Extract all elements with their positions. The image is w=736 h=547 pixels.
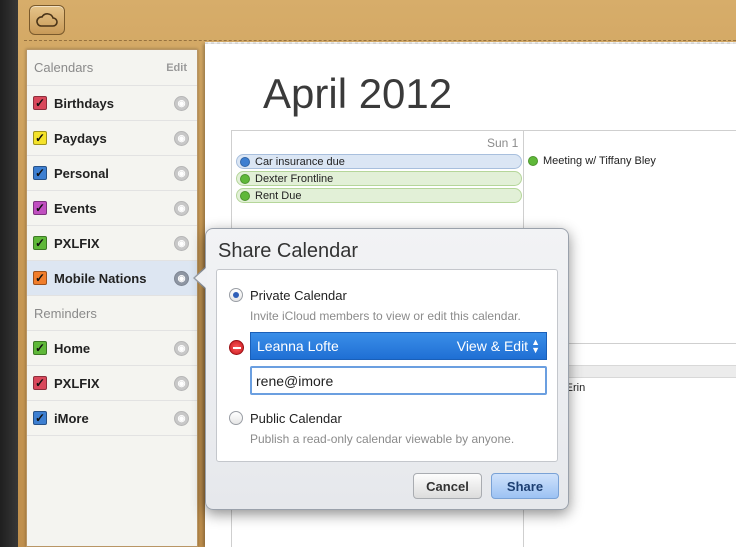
public-calendar-label: Public Calendar	[250, 411, 342, 426]
sidebar-item-imore[interactable]: ✓ iMore ◉	[27, 401, 197, 436]
edit-button[interactable]: Edit	[166, 62, 187, 74]
sidebar-item-home[interactable]: ✓ Home ◉	[27, 331, 197, 366]
cloud-icon	[36, 13, 58, 27]
calendars-sidebar: Calendars Edit ✓ Birthdays ◉ ✓ Paydays ◉ ✓ Pers…	[26, 49, 198, 547]
calendar-list: ✓ Birthdays ◉ ✓ Paydays ◉ ✓ Personal ◉ ✓ Events ◉ ✓ P…	[27, 86, 197, 296]
event-dot	[240, 190, 250, 201]
sidebar-item-label: Mobile Nations	[54, 270, 147, 286]
event-label: Meeting w/ Tiffany Bley	[543, 155, 656, 167]
rss-icon[interactable]: ◉	[174, 96, 189, 111]
private-calendar-radio[interactable]	[229, 288, 243, 302]
share-calendar-popover: Share Calendar Private Calendar Invite i…	[205, 228, 569, 510]
checkbox[interactable]: ✓	[33, 411, 47, 425]
sidebar-item-paydays[interactable]: ✓ Paydays ◉	[27, 121, 197, 156]
sidebar-item-pxlfix[interactable]: ✓ PXLFIX ◉	[27, 366, 197, 401]
rss-icon[interactable]: ◉	[174, 341, 189, 356]
sidebar-item-label: Birthdays	[54, 95, 114, 111]
sidebar-item-mobile-nations[interactable]: ✓ Mobile Nations ◉	[27, 261, 197, 296]
checkbox[interactable]: ✓	[33, 236, 47, 250]
rss-icon[interactable]: ◉	[174, 131, 189, 146]
event-label: Dexter Frontline	[255, 172, 334, 185]
sidebar-item-label: Personal	[54, 165, 109, 181]
checkbox[interactable]: ✓	[33, 131, 47, 145]
icloud-button[interactable]	[29, 5, 65, 35]
sidebar-item-pxlfix[interactable]: ✓ PXLFIX ◉	[27, 226, 197, 261]
sidebar-item-label: iMore	[54, 410, 89, 426]
popover-title: Share Calendar	[218, 240, 359, 262]
calendar-event[interactable]: Rent Due	[236, 188, 522, 203]
share-button[interactable]: Share	[491, 473, 559, 499]
checkbox[interactable]: ✓	[33, 166, 47, 180]
reminder-list: ✓ Home ◉ ✓ PXLFIX ◉ ✓ iMore ◉	[27, 331, 197, 436]
sidebar-item-label: Home	[54, 340, 91, 356]
calendar-event[interactable]: Car insurance due	[236, 154, 522, 169]
checkbox[interactable]: ✓	[33, 341, 47, 355]
cancel-button[interactable]: Cancel	[413, 473, 482, 499]
sidebar-item-personal[interactable]: ✓ Personal ◉	[27, 156, 197, 191]
private-calendar-description: Invite iCloud members to view or edit th…	[250, 309, 521, 323]
event-label: Car insurance due	[255, 155, 345, 168]
sidebar-item-label: PXLFIX	[54, 235, 100, 251]
sharing-options-panel: Private Calendar Invite iCloud members t…	[216, 269, 558, 462]
private-calendar-label: Private Calendar	[250, 288, 347, 303]
device-edge	[0, 0, 20, 547]
sidebar-item-label: Events	[54, 200, 97, 216]
event-dot	[240, 173, 250, 184]
shared-person-name: Leanna Lofte	[257, 338, 339, 354]
sidebar-header: Calendars Edit	[27, 50, 197, 86]
popover-arrow-fill	[195, 267, 207, 289]
checkbox[interactable]: ✓	[33, 271, 47, 285]
event-label: Rent Due	[255, 189, 302, 202]
remove-person-icon[interactable]	[229, 340, 244, 355]
sidebar-item-label: PXLFIX	[54, 375, 100, 391]
month-title: April 2012	[263, 70, 453, 117]
reminders-section-title: Reminders	[27, 296, 197, 331]
rss-icon[interactable]: ◉	[174, 271, 189, 286]
invite-email-input[interactable]	[250, 366, 547, 395]
public-calendar-radio[interactable]	[229, 411, 243, 425]
event-dot	[528, 156, 538, 166]
rss-icon[interactable]: ◉	[174, 166, 189, 181]
event-dot	[240, 156, 250, 167]
calendar-event[interactable]: Dexter Frontline	[236, 171, 522, 186]
public-calendar-description: Publish a read-only calendar viewable by…	[250, 432, 515, 446]
sidebar-item-label: Paydays	[54, 130, 107, 146]
rss-icon[interactable]: ◉	[174, 376, 189, 391]
shared-person-row[interactable]: Leanna Lofte View & Edit ▲ ▼	[250, 332, 547, 360]
checkbox[interactable]: ✓	[33, 376, 47, 390]
checkbox[interactable]: ✓	[33, 96, 47, 110]
rss-icon[interactable]: ◉	[174, 201, 189, 216]
chevron-updown-icon: ▲ ▼	[531, 337, 540, 355]
permission-select[interactable]: View & Edit ▲ ▼	[456, 337, 540, 355]
calendars-section-title: Calendars	[34, 60, 94, 75]
permission-label: View & Edit	[456, 338, 529, 354]
rss-icon[interactable]: ◉	[174, 411, 189, 426]
sidebar-item-events[interactable]: ✓ Events ◉	[27, 191, 197, 226]
checkbox[interactable]: ✓	[33, 201, 47, 215]
rss-icon[interactable]: ◉	[174, 236, 189, 251]
sidebar-item-birthdays[interactable]: ✓ Birthdays ◉	[27, 86, 197, 121]
calendar-event[interactable]: Meeting w/ Tiffany Bley	[528, 155, 656, 167]
day-label: Sun 1	[487, 136, 519, 150]
